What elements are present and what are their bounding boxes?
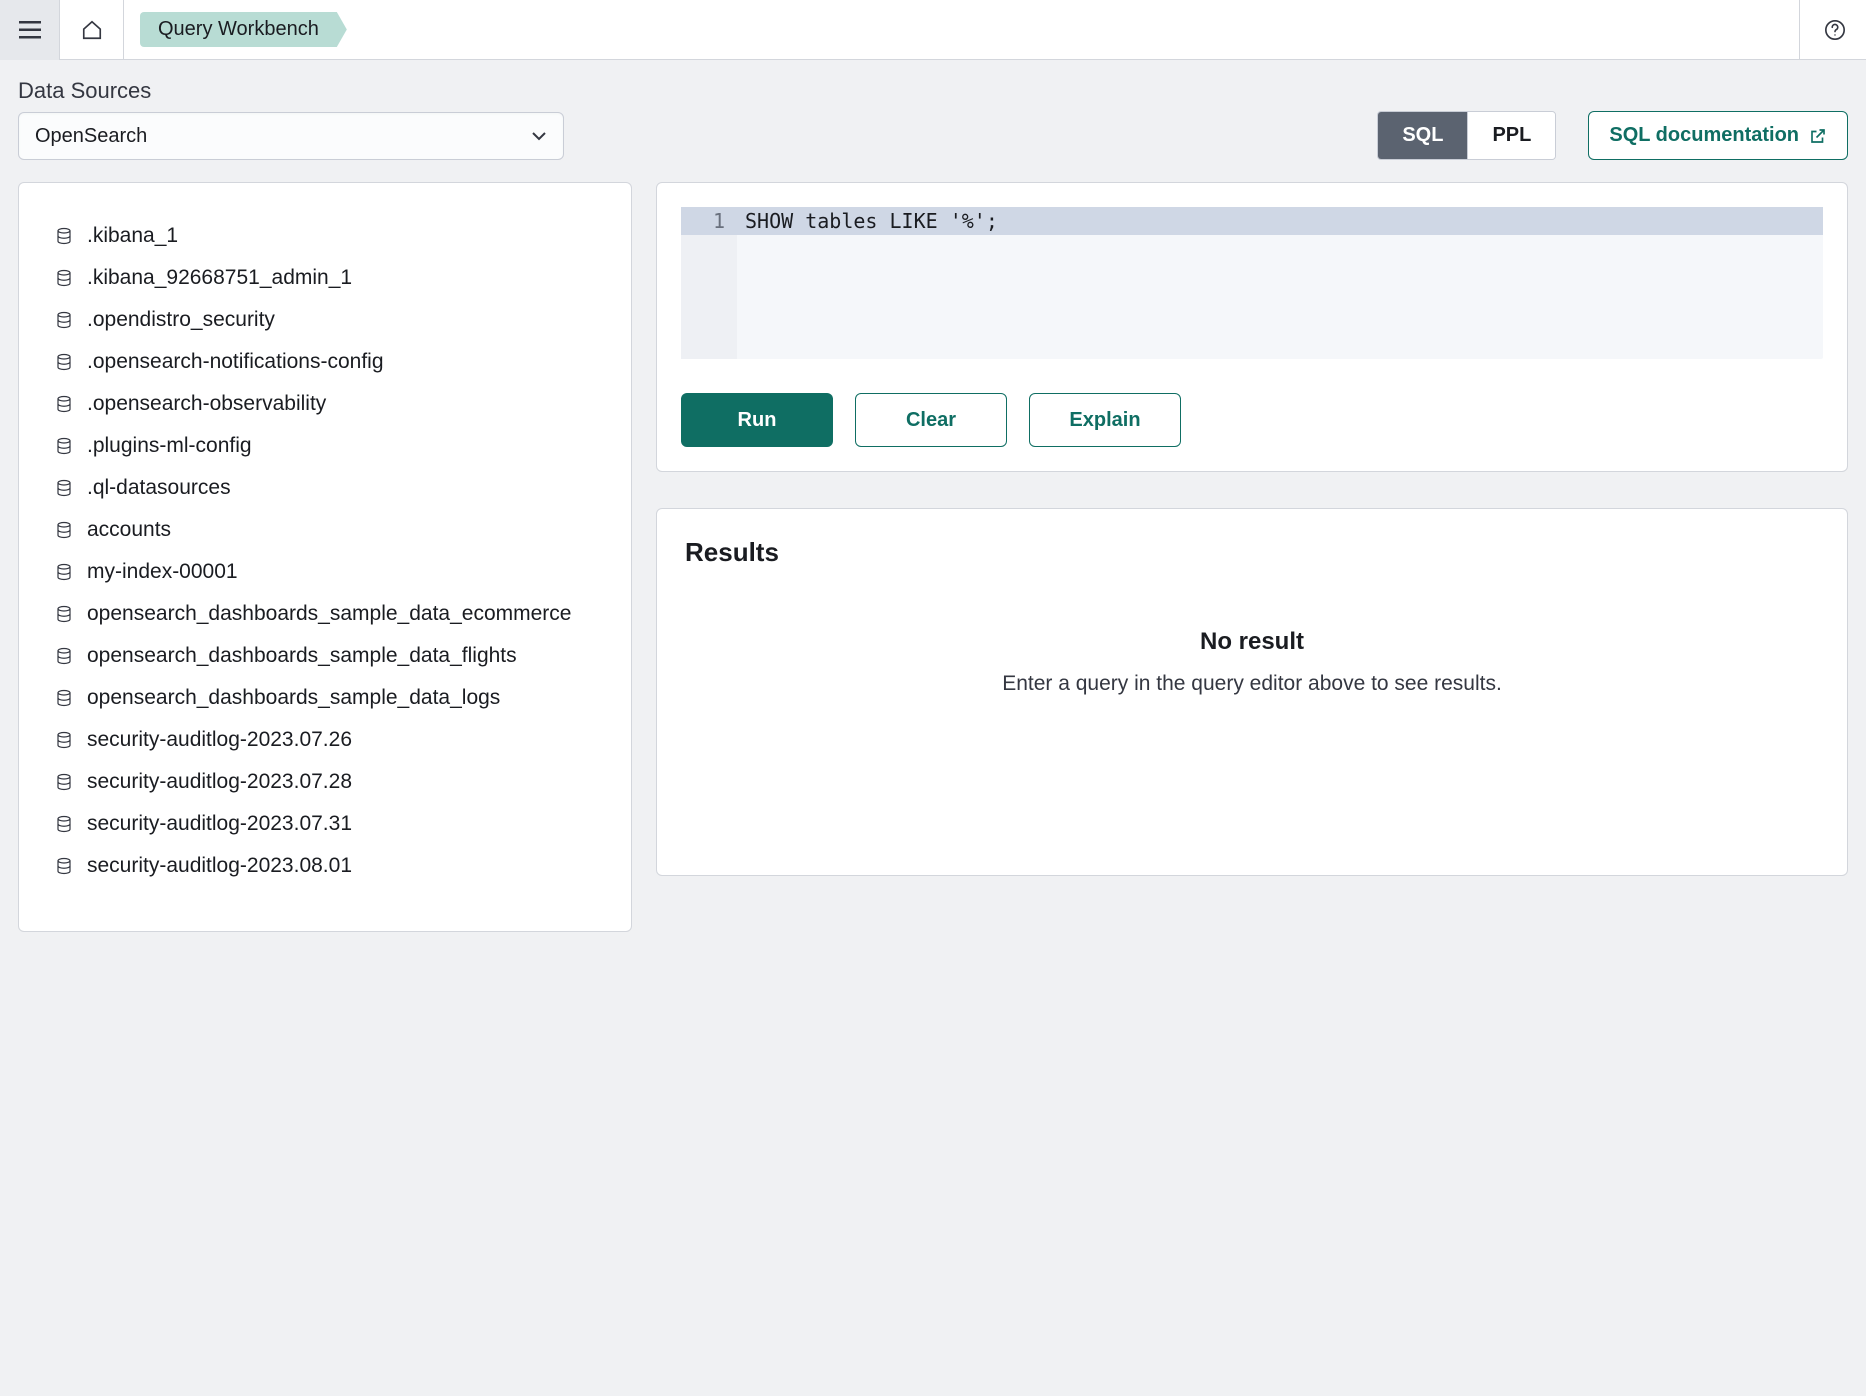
table-item[interactable]: security-auditlog-2023.07.26 [55, 719, 595, 761]
data-source-selected-value: OpenSearch [35, 125, 147, 148]
table-item[interactable]: .kibana_1 [55, 215, 595, 257]
table-item[interactable]: .opensearch-notifications-config [55, 341, 595, 383]
database-icon [55, 437, 73, 455]
table-name: .ql-datasources [87, 476, 231, 500]
table-name: my-index-00001 [87, 560, 238, 584]
table-name: .kibana_1 [87, 224, 178, 248]
clear-button[interactable]: Clear [855, 393, 1007, 447]
breadcrumb-current[interactable]: Query Workbench [140, 12, 347, 47]
table-item[interactable]: .plugins-ml-config [55, 425, 595, 467]
table-name: accounts [87, 518, 171, 542]
table-name: opensearch_dashboards_sample_data_ecomme… [87, 602, 571, 626]
table-name: security-auditlog-2023.07.28 [87, 770, 352, 794]
language-toggle: SQL PPL [1377, 111, 1556, 160]
database-icon [55, 815, 73, 833]
chevron-down-icon [531, 131, 547, 141]
table-item[interactable]: opensearch_dashboards_sample_data_ecomme… [55, 593, 595, 635]
table-name: security-auditlog-2023.08.01 [87, 854, 352, 878]
table-item[interactable]: security-auditlog-2023.07.31 [55, 803, 595, 845]
table-name: .kibana_92668751_admin_1 [87, 266, 352, 290]
explain-button[interactable]: Explain [1029, 393, 1181, 447]
table-item[interactable]: .kibana_92668751_admin_1 [55, 257, 595, 299]
no-result-heading: No result [685, 628, 1819, 656]
database-icon [55, 479, 73, 497]
results-panel: Results No result Enter a query in the q… [656, 508, 1848, 876]
table-name: opensearch_dashboards_sample_data_logs [87, 686, 500, 710]
table-item[interactable]: .opensearch-observability [55, 383, 595, 425]
sql-toggle-button[interactable]: SQL [1378, 112, 1468, 159]
table-name: .opendistro_security [87, 308, 275, 332]
external-link-icon [1809, 127, 1827, 145]
table-name: security-auditlog-2023.07.31 [87, 812, 352, 836]
breadcrumb: Query Workbench [124, 12, 1799, 47]
table-item[interactable]: .ql-datasources [55, 467, 595, 509]
results-heading: Results [685, 537, 1819, 568]
home-button[interactable] [60, 0, 124, 60]
table-name: .opensearch-observability [87, 392, 326, 416]
no-result-text: Enter a query in the query editor above … [685, 672, 1819, 696]
table-name: security-auditlog-2023.07.26 [87, 728, 352, 752]
database-icon [55, 269, 73, 287]
editor-gutter [681, 235, 737, 359]
header-right [1799, 0, 1866, 60]
nav-toggle-button[interactable] [0, 0, 60, 60]
app-header: Query Workbench [0, 0, 1866, 60]
database-icon [55, 227, 73, 245]
database-icon [55, 521, 73, 539]
database-icon [55, 395, 73, 413]
ppl-toggle-button[interactable]: PPL [1468, 112, 1555, 159]
sql-documentation-label: SQL documentation [1609, 124, 1799, 147]
table-item[interactable]: opensearch_dashboards_sample_data_logs [55, 677, 595, 719]
table-list: .kibana_1 .kibana_92668751_admin_1 .opendi… [55, 215, 595, 887]
table-name: .plugins-ml-config [87, 434, 252, 458]
data-sources-label: Data Sources [18, 78, 564, 104]
table-item[interactable]: accounts [55, 509, 595, 551]
database-icon [55, 731, 73, 749]
editor-code-line: SHOW tables LIKE '%'; [737, 209, 998, 233]
database-icon [55, 857, 73, 875]
data-sources-block: Data Sources OpenSearch [18, 78, 564, 160]
run-button[interactable]: Run [681, 393, 833, 447]
table-item[interactable]: opensearch_dashboards_sample_data_flight… [55, 635, 595, 677]
table-item[interactable]: security-auditlog-2023.07.28 [55, 761, 595, 803]
query-editor-panel: 1 SHOW tables LIKE '%'; Run Clear Explai… [656, 182, 1848, 472]
table-name: .opensearch-notifications-config [87, 350, 384, 374]
help-button[interactable] [1824, 19, 1846, 41]
hamburger-icon [19, 21, 41, 39]
editor-line-number: 1 [681, 209, 737, 233]
tables-panel: .kibana_1 .kibana_92668751_admin_1 .opendi… [18, 182, 632, 932]
table-name: opensearch_dashboards_sample_data_flight… [87, 644, 517, 668]
database-icon [55, 689, 73, 707]
database-icon [55, 353, 73, 371]
table-item[interactable]: security-auditlog-2023.08.01 [55, 845, 595, 887]
database-icon [55, 311, 73, 329]
home-icon [81, 19, 103, 41]
query-editor[interactable]: 1 SHOW tables LIKE '%'; [681, 207, 1823, 359]
database-icon [55, 563, 73, 581]
data-source-select[interactable]: OpenSearch [18, 112, 564, 160]
database-icon [55, 773, 73, 791]
sql-documentation-link[interactable]: SQL documentation [1588, 111, 1848, 160]
database-icon [55, 605, 73, 623]
help-icon [1824, 19, 1846, 41]
table-item[interactable]: .opendistro_security [55, 299, 595, 341]
table-item[interactable]: my-index-00001 [55, 551, 595, 593]
database-icon [55, 647, 73, 665]
